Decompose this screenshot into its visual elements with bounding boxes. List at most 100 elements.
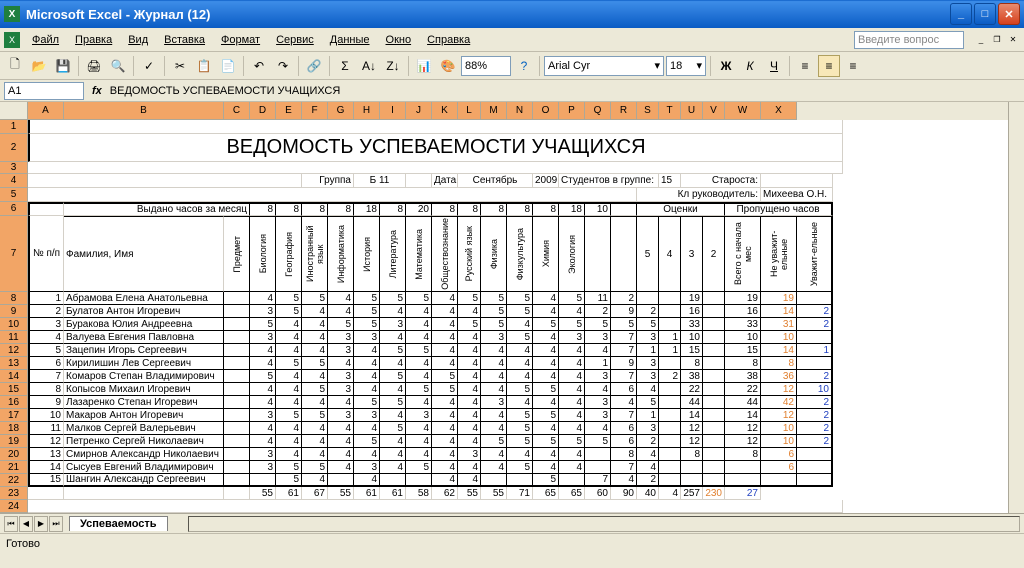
cell[interactable]: 4 [533,331,559,344]
cell[interactable]: 4 [406,422,432,435]
cell[interactable]: 7 [28,370,64,383]
cell[interactable] [703,370,725,383]
cell[interactable]: Дата: [432,174,458,188]
italic-button[interactable]: К [739,55,761,77]
cell[interactable]: 4 [380,448,406,461]
cell[interactable]: 3 [28,318,64,331]
col-header-M[interactable]: M [481,102,507,120]
cell[interactable]: 4 [585,383,611,396]
cell[interactable]: 4 [432,318,458,331]
cell[interactable]: 1 [637,344,659,357]
cell[interactable]: 3 [637,422,659,435]
cell[interactable]: 1 [28,292,64,305]
cell[interactable]: 33 [681,318,703,331]
row-header-12[interactable]: 12 [0,344,28,357]
row-header-1[interactable]: 1 [0,120,28,134]
col-header-J[interactable]: J [406,102,432,120]
cell[interactable]: 4 [585,344,611,357]
cell[interactable]: 230 [703,487,725,500]
cell[interactable]: 5 [507,331,533,344]
cell[interactable]: 4 [302,370,328,383]
cell[interactable]: 5 [585,318,611,331]
cell[interactable]: Информатика [328,216,354,292]
cell[interactable]: 4 [533,292,559,305]
cell[interactable]: 3 [328,383,354,396]
cell[interactable]: 11 [585,292,611,305]
cell[interactable]: 4 [354,474,380,487]
cell[interactable]: Абрамова Елена Анатольевна [64,292,224,305]
row-header-10[interactable]: 10 [0,318,28,331]
cell[interactable]: 38 [681,370,703,383]
cell[interactable]: 4 [354,344,380,357]
cell[interactable]: 6 [611,422,637,435]
cell[interactable] [797,448,833,461]
cell[interactable]: 5 [302,461,328,474]
cell[interactable]: 5 [302,383,328,396]
cell[interactable] [703,318,725,331]
cell[interactable]: 16 [681,305,703,318]
tab-prev-button[interactable]: ◀ [19,516,33,532]
cell[interactable]: 4 [328,292,354,305]
cell[interactable]: 5 [533,474,559,487]
cell[interactable]: Староста: [681,174,761,188]
preview-button[interactable]: 🔍 [107,55,129,77]
cell[interactable]: 4 [659,487,681,500]
cell[interactable] [224,409,250,422]
cell[interactable]: 5 [380,370,406,383]
cell[interactable]: 5 [481,305,507,318]
cell[interactable]: 4 [637,448,659,461]
cell[interactable]: Макаров Антон Игоревич [64,409,224,422]
cell[interactable]: 1 [797,344,833,357]
cell[interactable]: 4 [481,448,507,461]
cell[interactable]: 67 [302,487,328,500]
cell[interactable]: Буракова Юлия Андреевна [64,318,224,331]
cell[interactable]: 14 [681,409,703,422]
cell[interactable]: 4 [507,344,533,357]
cell[interactable]: 4 [406,435,432,448]
cell[interactable]: 4 [533,370,559,383]
row-header-9[interactable]: 9 [0,305,28,318]
cell[interactable]: 4 [28,331,64,344]
cell[interactable]: 4 [250,292,276,305]
cell[interactable] [224,370,250,383]
redo-button[interactable]: ↷ [272,55,294,77]
cell[interactable]: 5 [406,344,432,357]
cell[interactable]: 5 [302,409,328,422]
cell[interactable] [224,487,250,500]
cell[interactable]: Группа [302,174,354,188]
cell[interactable]: 15 [28,474,64,487]
cell[interactable]: 5 [507,383,533,396]
underline-button[interactable]: Ч [763,55,785,77]
help-button[interactable]: ? [513,55,535,77]
cell[interactable]: 4 [458,409,481,422]
cell[interactable]: 4 [432,448,458,461]
cell[interactable]: 3 [354,409,380,422]
col-header-F[interactable]: F [302,102,328,120]
cell[interactable]: 5 [406,383,432,396]
cell[interactable]: 4 [458,357,481,370]
cell[interactable]: Предмет [224,216,250,292]
cell[interactable]: 4 [533,461,559,474]
cell[interactable]: 18 [559,202,585,216]
cell[interactable]: 5 [458,318,481,331]
cell[interactable]: 4 [432,461,458,474]
zoom-select[interactable]: 88% [461,56,511,76]
cell[interactable]: 4 [380,305,406,318]
cell[interactable]: 4 [276,422,302,435]
cell[interactable]: 4 [533,305,559,318]
cell[interactable]: 9 [611,357,637,370]
cell[interactable] [224,422,250,435]
row-header-2[interactable]: 2 [0,134,28,162]
select-all-corner[interactable] [0,102,28,120]
cell[interactable] [703,344,725,357]
doc-restore-button[interactable]: ❐ [990,33,1004,47]
cell[interactable]: 5 [559,318,585,331]
cell[interactable]: 27 [725,487,761,500]
cell[interactable]: 4 [533,344,559,357]
cell[interactable]: 5 [637,396,659,409]
cell[interactable]: 4 [559,461,585,474]
cell[interactable] [28,487,64,500]
cell[interactable] [725,461,761,474]
cell[interactable]: Иностранный язык [302,216,328,292]
cell[interactable] [703,409,725,422]
